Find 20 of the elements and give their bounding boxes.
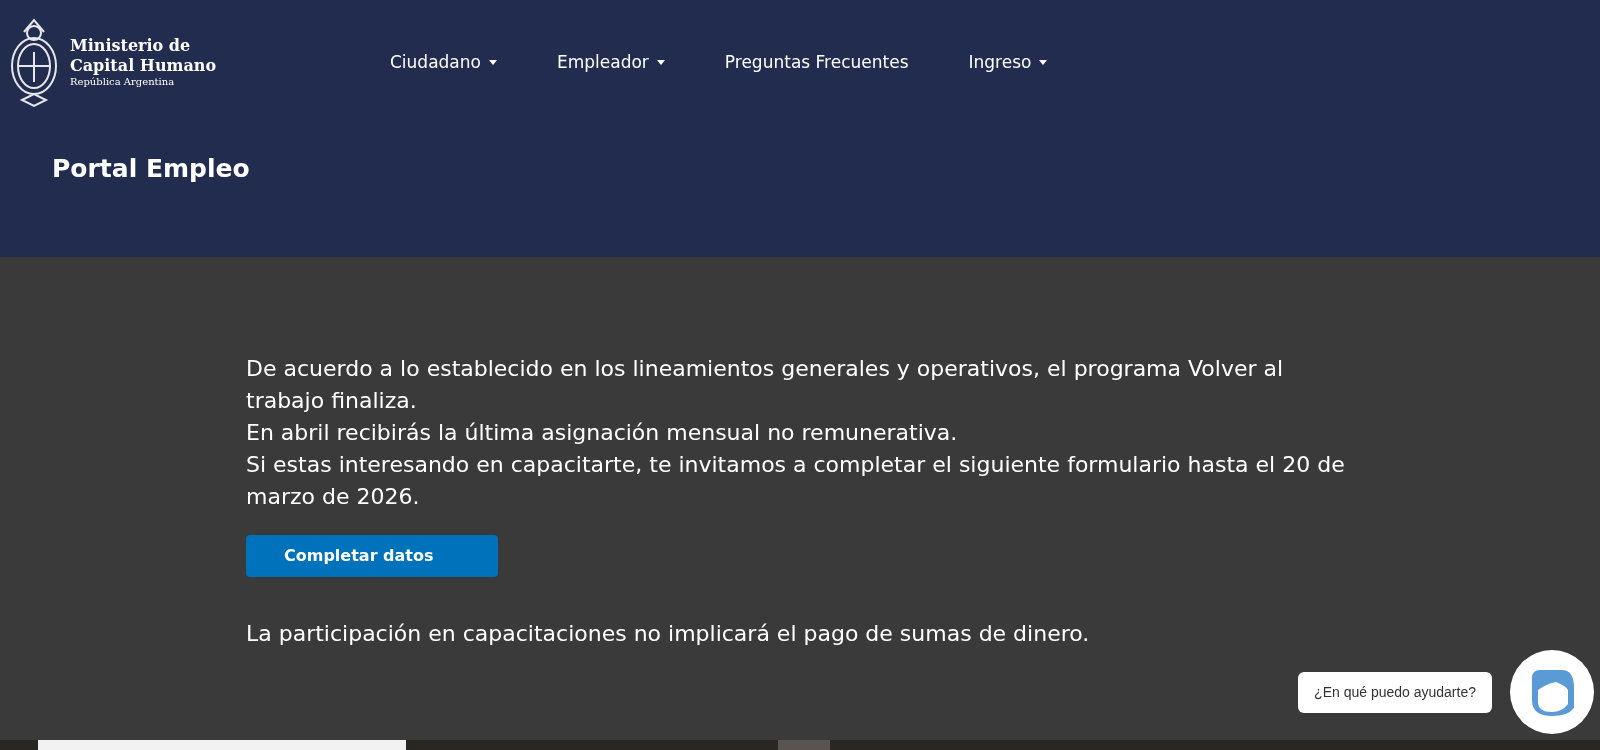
caret-icon <box>488 59 497 66</box>
notice-paragraph: Si estas interesando en capacitarte, te invitamos a completar el siguiente formulario hasta el 20 de marzo de 2026. <box>246 451 1346 511</box>
caret-icon <box>656 59 665 66</box>
notice-paragraph: En abril recibirás la última asignación mensual no remunerativa. <box>246 419 959 447</box>
caret-icon <box>1039 59 1048 66</box>
nav-link[interactable]: Ciudadano <box>360 41 527 84</box>
nav-link[interactable]: Ingreso <box>938 41 1078 84</box>
ministry-name: Capital Humano <box>70 56 217 77</box>
page-title: Portal Empleo <box>51 153 250 185</box>
ministry-name: Ministerio de <box>70 36 192 57</box>
country-name: República Argentina <box>70 76 176 89</box>
taskbar-app-icon[interactable] <box>778 740 830 750</box>
nav-link[interactable]: Preguntas Frecuentes <box>694 41 939 84</box>
nav-link[interactable]: Empleador <box>526 41 695 84</box>
complete-data-button[interactable]: Completar datos <box>246 535 498 577</box>
taskbar-search-field[interactable] <box>38 740 406 750</box>
notice-paragraph: De acuerdo a lo establecido en los lineamientos generales y operativos, el programa Volver al trabajo finaliza. <box>246 355 1285 415</box>
footnote-text: La participación en capacitaciones no implicará el pago de sumas de dinero. <box>246 620 1090 648</box>
chat-bubble[interactable]: ¿En qué puedo ayudarte? <box>1298 671 1492 713</box>
chatbot-avatar-icon[interactable] <box>1510 650 1594 734</box>
